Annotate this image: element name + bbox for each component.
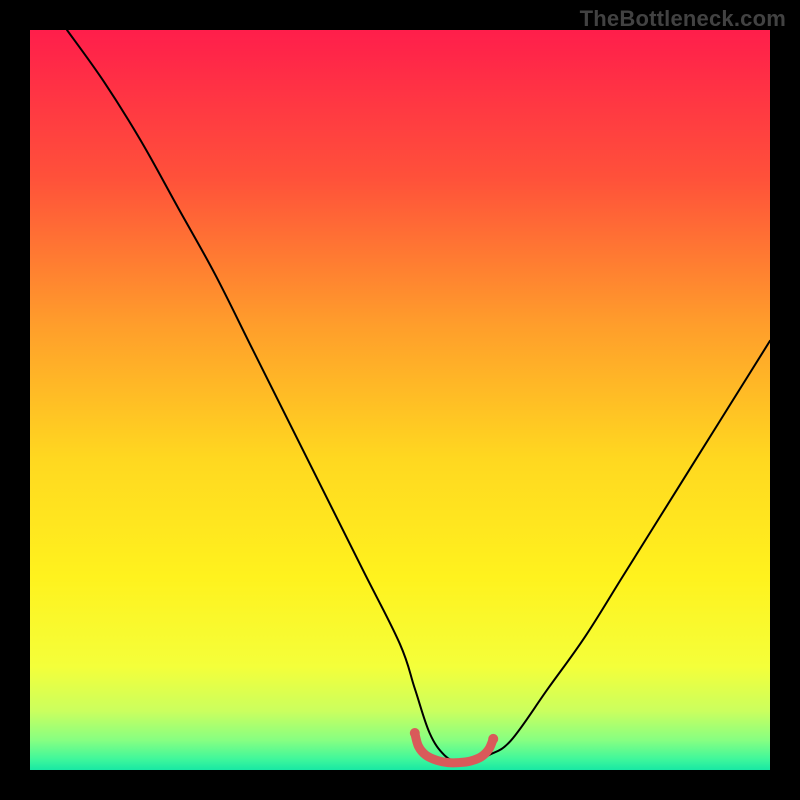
optimal-zone-start-dot	[410, 728, 420, 738]
chart-svg	[30, 30, 770, 770]
optimal-zone-end-dot	[488, 734, 498, 744]
watermark-text: TheBottleneck.com	[580, 6, 786, 32]
chart-frame: TheBottleneck.com	[0, 0, 800, 800]
chart-plot-area	[30, 30, 770, 770]
